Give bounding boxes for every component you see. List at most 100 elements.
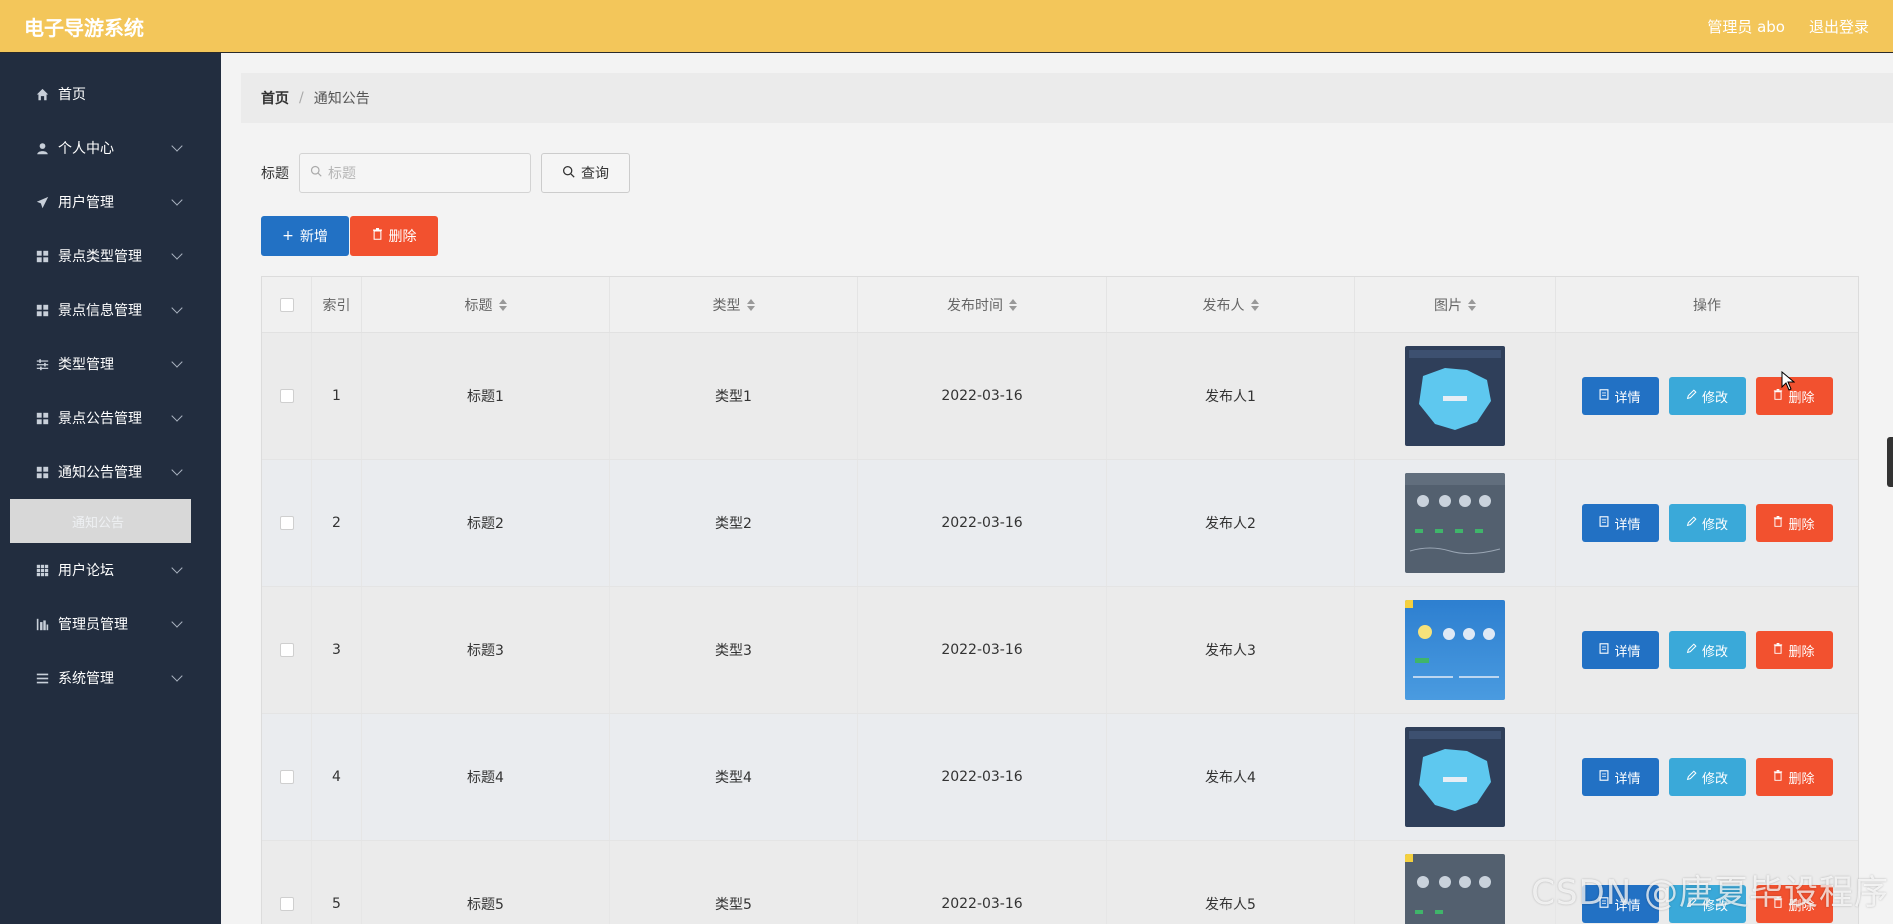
row-title: 标题1 (362, 333, 610, 459)
sidebar-item-label: 系统管理 (58, 671, 114, 687)
edit-label: 修改 (1701, 390, 1728, 406)
detail-label: 详情 (1614, 390, 1641, 406)
delete-button[interactable]: 删除 (1755, 758, 1833, 796)
delete-label: 删除 (1788, 771, 1815, 787)
header-title-label: 标题 (464, 297, 493, 314)
breadcrumb-home[interactable]: 首页 (261, 88, 289, 108)
detail-button[interactable]: 详情 (1581, 377, 1659, 415)
row-index: 2 (312, 460, 362, 586)
sidebar-item-type-management[interactable]: 类型管理 (0, 337, 221, 391)
grid-icon (34, 464, 50, 480)
send-icon (34, 194, 50, 210)
watermark: CSDN @唐夏毕设程序 (1531, 873, 1889, 913)
search-row: 标题 查询 (261, 153, 630, 193)
logout-link[interactable]: 退出登录 (1809, 16, 1869, 37)
sidebar-subitem-notice[interactable]: 通知公告 (10, 499, 191, 543)
detail-button[interactable]: 详情 (1581, 758, 1659, 796)
row-type: 类型5 (610, 841, 858, 924)
sidebar-item-system-management[interactable]: 系统管理 (0, 651, 221, 705)
admin-user-label[interactable]: 管理员 abo (1707, 16, 1785, 37)
header-time[interactable]: 发布时间 (858, 277, 1107, 332)
header-type[interactable]: 类型 (610, 277, 858, 332)
row-image-cell (1355, 333, 1556, 459)
header-title[interactable]: 标题 (362, 277, 610, 332)
delete-label: 删除 (1788, 644, 1815, 660)
edit-button[interactable]: 修改 (1668, 758, 1746, 796)
breadcrumb-separator: / (299, 90, 304, 106)
detail-button[interactable]: 详情 (1581, 631, 1659, 669)
mouse-cursor-icon (1781, 370, 1796, 395)
document-icon (1599, 642, 1609, 658)
pencil-icon (1686, 769, 1697, 785)
row-time: 2022-03-16 (858, 587, 1107, 713)
weather-forecast-thumbnail (1405, 473, 1505, 573)
weather-forecast-thumbnail (1405, 854, 1505, 924)
row-title: 标题4 (362, 714, 610, 840)
row-title: 标题5 (362, 841, 610, 924)
sidebar-item-home[interactable]: 首页 (0, 67, 221, 121)
add-button[interactable]: + 新增 (261, 216, 349, 256)
sidebar-item-label: 用户论坛 (58, 563, 114, 579)
chevron-down-icon (171, 464, 183, 476)
row-checkbox[interactable] (279, 770, 294, 784)
header-user-area: 管理员 abo 退出登录 (1707, 16, 1869, 37)
row-title: 标题2 (362, 460, 610, 586)
sliders-icon (34, 356, 50, 372)
row-checkbox[interactable] (279, 897, 294, 911)
notice-table: 索引 标题 类型 发布时间 发布人 图片 操作 1 标题1 类型1 2022-0… (261, 276, 1859, 924)
row-checkbox[interactable] (279, 516, 294, 530)
row-image-cell (1355, 714, 1556, 840)
chevron-down-icon (171, 302, 183, 314)
detail-button[interactable]: 详情 (1581, 504, 1659, 542)
row-ops: 详情 修改 删除 (1556, 460, 1858, 586)
delete-button[interactable]: 删除 (1755, 504, 1833, 542)
action-row: + 新增 删除 (261, 216, 438, 256)
delete-button[interactable]: 删除 (1755, 631, 1833, 669)
scrollbar-handle[interactable] (1887, 437, 1893, 487)
row-publisher: 发布人1 (1107, 333, 1355, 459)
row-publisher: 发布人2 (1107, 460, 1355, 586)
sidebar-item-spot-info-management[interactable]: 景点信息管理 (0, 283, 221, 337)
table-row: 2 标题2 类型2 2022-03-16 发布人2 详情 修改 删除 (262, 460, 1858, 587)
bar-chart-icon (34, 616, 50, 632)
document-icon (1599, 769, 1609, 785)
top-header: 电子导游系统 管理员 abo 退出登录 (0, 0, 1893, 53)
select-all-checkbox[interactable] (279, 297, 294, 312)
header-index: 索引 (312, 277, 362, 332)
chevron-down-icon (171, 194, 183, 206)
sidebar-item-spot-notice-management[interactable]: 景点公告管理 (0, 391, 221, 445)
detail-label: 详情 (1614, 517, 1641, 533)
row-checkbox[interactable] (279, 643, 294, 657)
batch-delete-label: 删除 (388, 229, 417, 245)
sidebar-item-notice-management[interactable]: 通知公告管理 (0, 445, 221, 499)
header-time-label: 发布时间 (947, 297, 1003, 314)
search-field[interactable] (299, 153, 531, 193)
sidebar-item-user-management[interactable]: 用户管理 (0, 175, 221, 229)
sidebar-item-label: 用户管理 (58, 195, 114, 211)
header-image[interactable]: 图片 (1355, 277, 1556, 332)
search-input[interactable] (328, 165, 518, 181)
add-button-label: 新增 (299, 229, 328, 245)
chevron-down-icon (171, 410, 183, 422)
table-row: 3 标题3 类型3 2022-03-16 发布人3 详情 修改 删除 (262, 587, 1858, 714)
header-publisher[interactable]: 发布人 (1107, 277, 1355, 332)
apps-icon (34, 562, 50, 578)
row-checkbox[interactable] (279, 389, 294, 403)
weather-map-thumbnail (1405, 346, 1505, 446)
row-ops: 详情 修改 删除 (1556, 333, 1858, 459)
sidebar-item-label: 管理员管理 (58, 617, 128, 633)
edit-button[interactable]: 修改 (1668, 631, 1746, 669)
sidebar-item-label: 景点信息管理 (58, 303, 142, 319)
row-title: 标题3 (362, 587, 610, 713)
grid-icon (34, 248, 50, 264)
edit-button[interactable]: 修改 (1668, 504, 1746, 542)
sidebar-item-spot-type-management[interactable]: 景点类型管理 (0, 229, 221, 283)
row-time: 2022-03-16 (858, 333, 1107, 459)
query-button[interactable]: 查询 (541, 153, 630, 193)
batch-delete-button[interactable]: 删除 (350, 216, 438, 256)
sidebar-item-admin-management[interactable]: 管理员管理 (0, 597, 221, 651)
sidebar-item-user-forum[interactable]: 用户论坛 (0, 543, 221, 597)
edit-button[interactable]: 修改 (1668, 377, 1746, 415)
sidebar-item-personal-center[interactable]: 个人中心 (0, 121, 221, 175)
main-content: 首页 / 通知公告 标题 查询 + 新增 删除 索引 标题 类型 发布时间 (221, 53, 1893, 924)
